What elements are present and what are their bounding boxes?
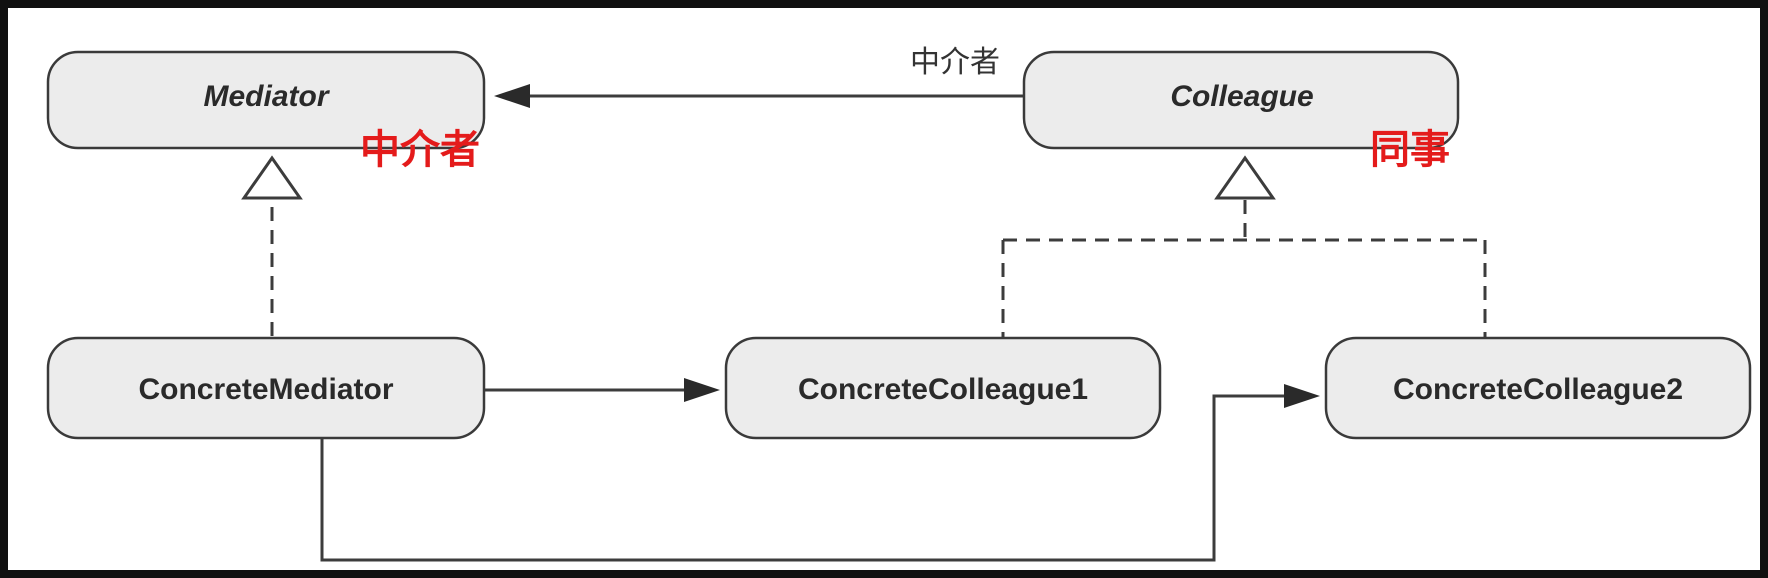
- node-concrete-colleague1[interactable]: ConcreteColleague1: [724, 336, 1162, 440]
- arrowhead: [684, 378, 720, 402]
- node-label: ConcreteColleague1: [798, 373, 1088, 406]
- arrowhead: [494, 84, 530, 108]
- uml-diagram: 中介者 Mediator 中介者 Colleague 同事 ConcreteMe…: [46, 45, 1752, 562]
- realization-triangle: [1214, 155, 1276, 200]
- association-label: 中介者: [910, 45, 1000, 80]
- node-label: ConcreteMediator: [138, 373, 393, 406]
- node-label: ConcreteColleague2: [1393, 373, 1683, 406]
- mediator-annotation: 中介者: [360, 127, 480, 173]
- node-concrete-mediator[interactable]: ConcreteMediator: [46, 336, 486, 440]
- realization-triangle: [241, 155, 303, 200]
- edge-concrete-mediator-realizes-mediator: [241, 155, 303, 336]
- diagram-frame: 中介者 Mediator 中介者 Colleague 同事 ConcreteMe…: [8, 8, 1760, 570]
- node-concrete-colleague2[interactable]: ConcreteColleague2: [1324, 336, 1752, 440]
- node-label: Mediator: [203, 80, 330, 113]
- colleague-annotation: 同事: [1370, 127, 1450, 173]
- edge-concrete-colleagues-realize-colleague: [1001, 155, 1487, 338]
- node-label: Colleague: [1170, 80, 1313, 113]
- edge-concrete-mediator-to-colleague1: [484, 378, 720, 402]
- arrowhead: [1284, 384, 1320, 408]
- edge-colleague-to-mediator: 中介者: [494, 45, 1032, 108]
